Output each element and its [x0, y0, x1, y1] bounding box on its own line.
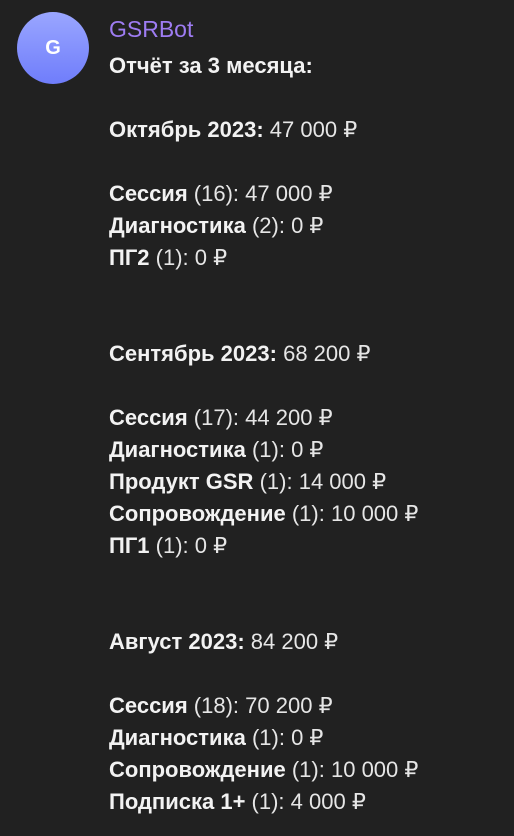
service-amount: 0 ₽ — [291, 725, 324, 750]
month-header: Сентябрь 2023: 68 200 ₽ — [109, 338, 509, 370]
service-count: (2): — [251, 213, 285, 238]
service-amount: 14 000 ₽ — [298, 469, 387, 494]
service-count: (1): — [251, 725, 285, 750]
month-name: Октябрь 2023: — [109, 117, 264, 142]
service-line: Сессия (18): 70 200 ₽ — [109, 690, 509, 722]
service-count: (1): — [251, 437, 285, 462]
service-count: (18): — [193, 693, 240, 718]
service-amount: 70 200 ₽ — [245, 693, 333, 718]
service-amount: 0 ₽ — [291, 213, 324, 238]
service-name: Диагностика — [109, 437, 246, 462]
service-line: Продукт GSR (1): 14 000 ₽ — [109, 466, 509, 498]
bot-message: G GSRBot Отчёт за 3 месяца: Октябрь 2023… — [0, 0, 514, 836]
service-line: Сопровождение (1): 10 000 ₽ — [109, 754, 509, 786]
service-count: (1): — [155, 245, 189, 270]
service-line: Диагностика (1): 0 ₽ — [109, 434, 509, 466]
service-line: Сессия (17): 44 200 ₽ — [109, 402, 509, 434]
service-line: Подписка 1+ (1): 4 000 ₽ — [109, 786, 509, 818]
sender-name[interactable]: GSRBot — [109, 14, 193, 44]
service-amount: 0 ₽ — [194, 533, 228, 558]
service-name: Сопровождение — [109, 757, 286, 782]
service-count: (1): — [251, 789, 285, 814]
service-name: Сопровождение — [109, 501, 286, 526]
service-line: Диагностика (2): 0 ₽ — [109, 210, 509, 242]
service-name: Диагностика — [109, 213, 246, 238]
service-name: Сессия — [109, 693, 188, 718]
service-name: Сессия — [109, 405, 188, 430]
service-amount: 10 000 ₽ — [330, 757, 419, 782]
avatar-letter: G — [45, 36, 61, 59]
service-amount: 0 ₽ — [291, 437, 324, 462]
service-line: Диагностика (1): 0 ₽ — [109, 722, 509, 754]
service-count: (17): — [193, 405, 240, 430]
message-text: Отчёт за 3 месяца: Октябрь 2023: 47 000 … — [109, 50, 509, 818]
month-total: 47 000 ₽ — [269, 117, 358, 142]
service-count: (16): — [193, 181, 240, 206]
month-name: Август 2023: — [109, 629, 245, 654]
service-name: Продукт GSR — [109, 469, 254, 494]
service-count: (1): — [291, 757, 325, 782]
service-line: Сопровождение (1): 10 000 ₽ — [109, 498, 509, 530]
service-amount: 4 000 ₽ — [290, 789, 366, 814]
month-header: Октябрь 2023: 47 000 ₽ — [109, 114, 509, 146]
bot-avatar[interactable]: G — [17, 12, 89, 84]
service-name: Сессия — [109, 181, 188, 206]
service-name: Диагностика — [109, 725, 246, 750]
service-line: ПГ2 (1): 0 ₽ — [109, 242, 509, 274]
service-amount: 47 000 ₽ — [245, 181, 333, 206]
service-amount: 44 200 ₽ — [245, 405, 333, 430]
service-name: Подписка 1+ — [109, 789, 246, 814]
service-line: ПГ1 (1): 0 ₽ — [109, 530, 509, 562]
service-amount: 10 000 ₽ — [330, 501, 419, 526]
service-line: Сессия (16): 47 000 ₽ — [109, 178, 509, 210]
service-name: ПГ1 — [109, 533, 150, 558]
report-title: Отчёт за 3 месяца: — [109, 53, 313, 78]
service-amount: 0 ₽ — [194, 245, 228, 270]
service-name: ПГ2 — [109, 245, 150, 270]
month-total: 84 200 ₽ — [250, 629, 339, 654]
service-count: (1): — [291, 501, 325, 526]
month-name: Сентябрь 2023: — [109, 341, 277, 366]
service-count: (1): — [259, 469, 293, 494]
service-count: (1): — [155, 533, 189, 558]
month-total: 68 200 ₽ — [283, 341, 371, 366]
month-header: Август 2023: 84 200 ₽ — [109, 626, 509, 658]
